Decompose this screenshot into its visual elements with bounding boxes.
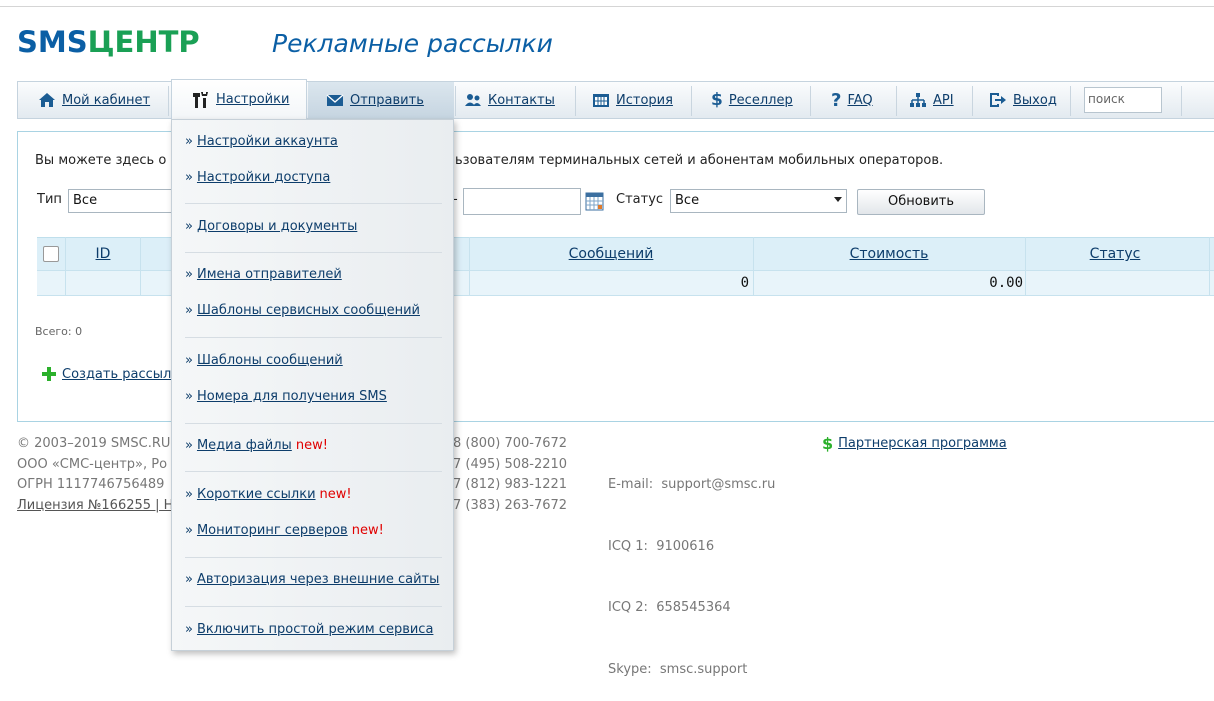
nav-separator bbox=[810, 86, 811, 116]
footer-ogrn: ОГРН 1117746756489 bbox=[17, 477, 165, 492]
plus-icon bbox=[42, 367, 56, 381]
nav-separator bbox=[691, 86, 692, 116]
menu-item-sender-names[interactable]: » Имена отправителей bbox=[185, 267, 342, 282]
menu-divider bbox=[185, 423, 442, 424]
menu-item-short-links[interactable]: » Короткие ссылки new! bbox=[185, 487, 352, 502]
menu-item-service-templates[interactable]: » Шаблоны сервисных сообщений bbox=[185, 303, 420, 318]
exit-icon bbox=[990, 93, 1006, 107]
type-label: Тип bbox=[37, 192, 62, 207]
footer-icq2: ICQ 2: 658545364 bbox=[608, 600, 731, 615]
calendar-icon bbox=[593, 94, 609, 107]
new-badge: new! bbox=[295, 438, 328, 453]
envelope-icon bbox=[326, 94, 344, 106]
column-divider bbox=[1025, 237, 1026, 296]
nav-separator bbox=[1181, 86, 1182, 116]
calendar-icon[interactable] bbox=[585, 192, 604, 211]
menu-divider bbox=[185, 557, 442, 558]
menu-item-contracts[interactable]: » Договоры и документы bbox=[185, 219, 357, 234]
footer-phone: 7 (383) 263-7672 bbox=[453, 497, 568, 513]
menu-divider bbox=[185, 606, 442, 607]
sitemap-icon bbox=[910, 93, 926, 107]
footer-phone: 7 (812) 983-1221 bbox=[453, 477, 568, 492]
nav-separator bbox=[1070, 86, 1071, 116]
intro-text: Вы можете здесь о bbox=[35, 153, 167, 168]
create-mailing-link[interactable]: Создать рассыл bbox=[41, 366, 171, 382]
nav-item-history[interactable]: История bbox=[592, 82, 673, 118]
intro-text-continued: ьзователям терминальных сетей и абонента… bbox=[455, 153, 944, 168]
nav-item-logout[interactable]: Выход bbox=[989, 82, 1057, 118]
column-id[interactable]: ID bbox=[77, 238, 129, 270]
menu-item-external-auth[interactable]: » Авторизация через внешние сайты bbox=[185, 572, 439, 587]
nav-item-send[interactable]: Отправить bbox=[308, 82, 454, 118]
nav-item-api[interactable]: API bbox=[909, 82, 954, 118]
contacts-icon bbox=[465, 94, 481, 106]
messages-cell: 0 bbox=[740, 275, 749, 291]
menu-item-media-files[interactable]: » Медиа файлы new! bbox=[185, 438, 328, 453]
select-all-checkbox[interactable] bbox=[43, 246, 59, 262]
menu-item-account-settings[interactable]: » Настройки аккаунта bbox=[185, 134, 338, 149]
column-divider bbox=[140, 237, 141, 296]
footer-skype: Skype: smsc.support bbox=[608, 661, 748, 677]
logo[interactable]: SMSЦЕНТР bbox=[17, 26, 200, 58]
footer-company: © 2003–2019 SMSC.RU ООО «СМС-центр», Ро … bbox=[17, 434, 173, 516]
column-divider bbox=[469, 237, 470, 296]
nav-item-contacts[interactable]: Контакты bbox=[464, 82, 555, 118]
footer-copyright: © 2003–2019 SMSC.RU bbox=[17, 436, 171, 451]
nav-item-reseller[interactable]: $ Реселлер bbox=[711, 82, 793, 118]
menu-item-simple-mode[interactable]: » Включить простой режим сервиса bbox=[185, 622, 433, 637]
nav-item-faq[interactable]: ? FAQ bbox=[831, 82, 873, 118]
nav-separator bbox=[896, 86, 897, 116]
footer-icq1: ICQ 1: 9100616 bbox=[608, 538, 715, 554]
nav-separator bbox=[972, 86, 973, 116]
new-badge: new! bbox=[319, 487, 352, 502]
type-select[interactable]: Все bbox=[68, 189, 178, 213]
menu-item-access-settings[interactable]: » Настройки доступа bbox=[185, 170, 330, 185]
nav-separator bbox=[168, 86, 169, 116]
footer-email: E-mail: support@smsc.ru bbox=[608, 477, 776, 492]
nav-separator bbox=[575, 86, 576, 116]
column-divider bbox=[65, 237, 66, 296]
column-messages[interactable]: Сообщений bbox=[469, 238, 753, 270]
footer-contacts: E-mail: support@smsc.ru ICQ 1: 9100616 I… bbox=[608, 434, 775, 701]
footer-company-name: ООО «СМС-центр», Ро bbox=[17, 456, 168, 472]
home-icon bbox=[39, 93, 55, 107]
menu-divider bbox=[185, 471, 442, 472]
date-to-input[interactable] bbox=[463, 188, 581, 215]
nav-item-settings[interactable]: Настройки bbox=[171, 79, 307, 119]
tools-icon bbox=[193, 91, 208, 108]
column-cost[interactable]: Стоимость bbox=[753, 238, 1025, 270]
menu-divider bbox=[185, 252, 442, 253]
status-select[interactable]: Все bbox=[670, 189, 847, 213]
footer-phone: 7 (495) 508-2210 bbox=[453, 456, 568, 472]
footer-phones: 8 (800) 700-7672 7 (495) 508-2210 7 (812… bbox=[453, 434, 567, 516]
refresh-button[interactable]: Обновить bbox=[857, 189, 985, 215]
page-title: Рекламные рассылки bbox=[272, 29, 553, 58]
column-divider bbox=[1209, 237, 1210, 296]
top-divider bbox=[0, 6, 1214, 7]
partner-program-link[interactable]: $ Партнерская программа bbox=[822, 434, 1007, 453]
question-icon: ? bbox=[831, 89, 842, 111]
column-divider bbox=[753, 237, 754, 296]
dollar-icon: $ bbox=[711, 90, 723, 110]
settings-dropdown-menu: » Настройки аккаунта » Настройки доступа »… bbox=[171, 119, 454, 651]
status-label: Статус bbox=[616, 192, 664, 207]
menu-divider bbox=[185, 203, 442, 204]
dollar-icon: $ bbox=[822, 434, 834, 453]
menu-item-sms-numbers[interactable]: » Номера для получения SMS bbox=[185, 389, 387, 404]
new-badge: new! bbox=[351, 523, 384, 538]
cost-cell: 0.00 bbox=[989, 275, 1023, 291]
nav-separator bbox=[455, 86, 456, 116]
total-count: Всего: 0 bbox=[35, 325, 83, 338]
footer-license-link[interactable]: Лицензия №166255 | Н bbox=[17, 496, 173, 517]
chevron-down-icon bbox=[834, 197, 842, 202]
footer-phone: 8 (800) 700-7672 bbox=[453, 436, 568, 451]
menu-item-message-templates[interactable]: » Шаблоны сообщений bbox=[185, 353, 343, 368]
column-status[interactable]: Статус bbox=[1025, 238, 1205, 270]
menu-divider bbox=[185, 337, 442, 338]
main-navbar: Мой кабинет Настройки Отправить Контакты… bbox=[17, 79, 1214, 119]
menu-item-server-monitoring[interactable]: » Мониторинг серверов new! bbox=[185, 523, 384, 538]
search-input[interactable]: поиск bbox=[1084, 87, 1162, 113]
nav-item-my-cabinet[interactable]: Мой кабинет bbox=[38, 82, 150, 118]
